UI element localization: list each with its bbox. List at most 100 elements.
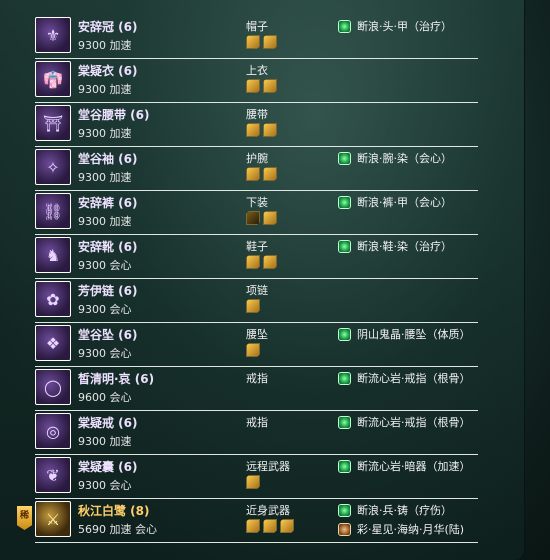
slot-label: 腰坠 [246, 328, 268, 341]
enchant-icon [338, 19, 351, 33]
enchant[interactable]: 断浪·裤·甲（会心） [338, 194, 452, 210]
item-name[interactable]: 安辞裤 (6) [78, 194, 138, 211]
gem-stone-icon[interactable] [263, 255, 277, 269]
equipment-row[interactable]: ❖ 堂谷坠 (6) 9300 会心 腰坠 阴山鬼晶·腰坠（体质） [35, 322, 478, 367]
gem-stone-icon[interactable] [246, 519, 260, 533]
gem-sockets [246, 343, 260, 357]
enchant-icon [338, 459, 351, 473]
gem-stone-icon[interactable] [263, 79, 277, 93]
equipment-row[interactable]: ✿ 芳伊链 (6) 9300 会心 项链 [35, 278, 478, 323]
item-attributes: 9300 加速 [78, 435, 132, 448]
slot-label: 帽子 [246, 20, 268, 33]
item-attributes: 9300 加速 [78, 215, 132, 228]
enchant[interactable]: 断浪·兵·铸（疗伤） [338, 502, 452, 518]
weapon-icon[interactable]: ⚔ [35, 501, 71, 537]
enchant[interactable]: 彩·星见·海纳·月华(陆) [338, 521, 464, 537]
enchant-label: 断浪·裤·甲（会心） [357, 196, 452, 209]
enchant[interactable]: 断浪·鞋·染（治疗） [338, 238, 452, 254]
slot-label: 下装 [246, 196, 268, 209]
enchant-label: 断浪·腕·染（会心） [357, 152, 452, 165]
gem-stone-icon[interactable] [246, 211, 260, 225]
enchant-label: 断浪·头·甲（治疗） [357, 20, 452, 33]
item-name[interactable]: 安辞冠 (6) [78, 18, 138, 35]
item-attributes: 5690 加速 会心 [78, 523, 157, 536]
equipment-row[interactable]: ⛩ 堂谷腰带 (6) 9300 加速 腰带 [35, 102, 478, 147]
item-name[interactable]: 棠疑戒 (6) [78, 414, 138, 431]
gem-sockets [246, 35, 277, 49]
enchant-icon [338, 503, 351, 517]
equipment-row[interactable]: 👘 棠疑衣 (6) 9300 加速 上衣 [35, 58, 478, 103]
item-name[interactable]: 堂谷坠 (6) [78, 326, 138, 343]
enchant[interactable]: 断流心岩·戒指（根骨） [338, 370, 471, 386]
equipment-row[interactable]: ◎ 棠疑戒 (6) 9300 加速 戒指 断流心岩·戒指（根骨） [35, 410, 478, 455]
slot-label: 项链 [246, 284, 268, 297]
gem-stone-icon[interactable] [246, 343, 260, 357]
enchant[interactable]: 断浪·头·甲（治疗） [338, 18, 452, 34]
item-name[interactable]: 堂谷袖 (6) [78, 150, 138, 167]
robe-icon[interactable]: 👘 [35, 61, 71, 97]
slot-label: 戒指 [246, 416, 268, 429]
slot-label: 戒指 [246, 372, 268, 385]
enchant[interactable]: 断流心岩·暗器（加速） [338, 458, 471, 474]
equipment-row[interactable]: ⛓ 安辞裤 (6) 9300 加速 下装 断浪·裤·甲（会心） [35, 190, 478, 235]
bracer-icon[interactable]: ✧ [35, 149, 71, 185]
gem-sockets [246, 79, 277, 93]
gem-stone-icon[interactable] [246, 35, 260, 49]
gem-stone-icon[interactable] [263, 519, 277, 533]
enchant[interactable]: 断流心岩·戒指（根骨） [338, 414, 471, 430]
gem-stone-icon[interactable] [263, 123, 277, 137]
gem-stone-icon[interactable] [246, 299, 260, 313]
enchant-icon [338, 415, 351, 429]
item-name[interactable]: 棠疑囊 (6) [78, 458, 138, 475]
item-attributes: 9300 加速 [78, 83, 132, 96]
enchant[interactable]: 断浪·腕·染（会心） [338, 150, 452, 166]
equipment-row[interactable]: ♞ 安辞靴 (6) 9300 会心 鞋子 断浪·鞋·染（治疗） [35, 234, 478, 279]
gem-stone-icon[interactable] [263, 35, 277, 49]
gem-sockets [246, 211, 277, 225]
equipment-row[interactable]: ⚜ 安辞冠 (6) 9300 加速 帽子 断浪·头·甲（治疗） [35, 14, 478, 59]
item-name[interactable]: 安辞靴 (6) [78, 238, 138, 255]
enchant[interactable]: 阴山鬼晶·腰坠（体质） [338, 326, 471, 342]
slot-label: 远程武器 [246, 460, 290, 473]
enchant-icon [338, 371, 351, 385]
gem-sockets [246, 255, 277, 269]
pouch-icon[interactable]: ❦ [35, 457, 71, 493]
gem-sockets [246, 299, 260, 313]
appearance-icon [338, 522, 351, 536]
item-name[interactable]: 芳伊链 (6) [78, 282, 138, 299]
item-name[interactable]: 皙清明·哀 (6) [78, 370, 154, 387]
equipment-row[interactable]: ◯ 皙清明·哀 (6) 9600 会心 戒指 断流心岩·戒指（根骨） [35, 366, 478, 411]
rare-badge-icon: 稀 [17, 506, 32, 530]
item-attributes: 9300 加速 [78, 127, 132, 140]
item-attributes: 9300 会心 [78, 347, 132, 360]
ring-gold-icon[interactable]: ◎ [35, 413, 71, 449]
item-attributes: 9300 会心 [78, 479, 132, 492]
equipment-row[interactable]: ⚔ 秋江白鹭 (8) 5690 加速 会心 近身武器 断浪·兵·铸（疗伤） 彩·星见·海纳… [35, 498, 478, 543]
pendant-icon[interactable]: ❖ [35, 325, 71, 361]
gem-stone-icon[interactable] [246, 123, 260, 137]
ring-jade-icon[interactable]: ◯ [35, 369, 71, 405]
gem-stone-icon[interactable] [246, 79, 260, 93]
belt-icon[interactable]: ⛩ [35, 105, 71, 141]
pants-icon[interactable]: ⛓ [35, 193, 71, 229]
gem-stone-icon[interactable] [246, 255, 260, 269]
enchant-label: 彩·星见·海纳·月华(陆) [357, 523, 465, 536]
item-name[interactable]: 堂谷腰带 (6) [78, 106, 150, 123]
gem-stone-icon[interactable] [280, 519, 294, 533]
item-attributes: 9600 会心 [78, 391, 132, 404]
gem-stone-icon[interactable] [263, 211, 277, 225]
enchant-label: 断浪·兵·铸（疗伤） [357, 504, 452, 517]
boots-icon[interactable]: ♞ [35, 237, 71, 273]
helmet-icon[interactable]: ⚜ [35, 17, 71, 53]
gem-stone-icon[interactable] [246, 167, 260, 181]
necklace-icon[interactable]: ✿ [35, 281, 71, 317]
gem-stone-icon[interactable] [263, 167, 277, 181]
item-name[interactable]: 秋江白鹭 (8) [78, 502, 150, 519]
gem-stone-icon[interactable] [246, 475, 260, 489]
equipment-row[interactable]: ✧ 堂谷袖 (6) 9300 加速 护腕 断浪·腕·染（会心） [35, 146, 478, 191]
enchant-label: 断流心岩·戒指（根骨） [357, 372, 471, 385]
equipment-row[interactable]: ❦ 棠疑囊 (6) 9300 会心 远程武器 断流心岩·暗器（加速） [35, 454, 478, 499]
slot-label: 腰带 [246, 108, 268, 121]
item-name[interactable]: 棠疑衣 (6) [78, 62, 138, 79]
item-attributes: 9300 会心 [78, 259, 132, 272]
